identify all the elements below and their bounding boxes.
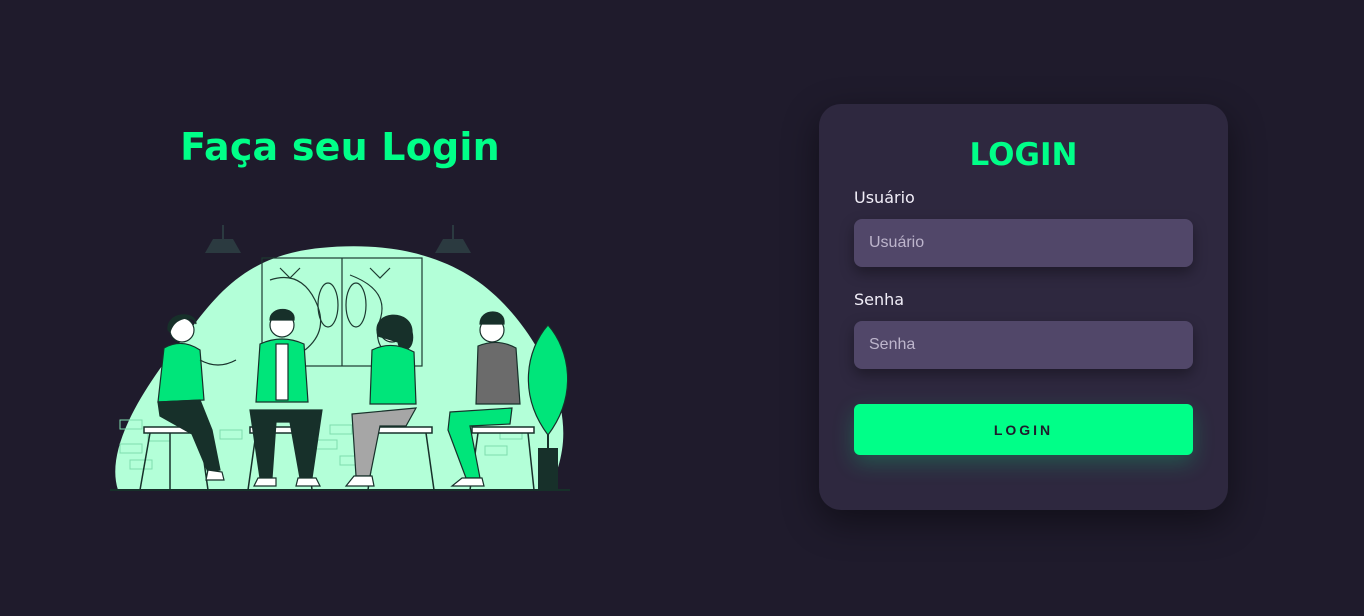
login-page: Faça seu Login LOGIN Usuário Usuário Sen… xyxy=(0,0,1364,616)
login-card-title: LOGIN xyxy=(969,137,1078,173)
password-input[interactable] xyxy=(854,321,1193,369)
password-label: Senha xyxy=(854,290,905,309)
login-button[interactable]: LOGIN xyxy=(854,404,1193,455)
meeting-illustration xyxy=(110,225,570,491)
hero-title: Faça seu Login xyxy=(180,125,500,169)
login-card: LOGIN Usuário Senha LOGIN xyxy=(819,104,1228,510)
hero-section: Faça seu Login xyxy=(100,120,580,500)
username-input[interactable] xyxy=(854,219,1193,267)
username-label: Usuário xyxy=(854,188,915,207)
